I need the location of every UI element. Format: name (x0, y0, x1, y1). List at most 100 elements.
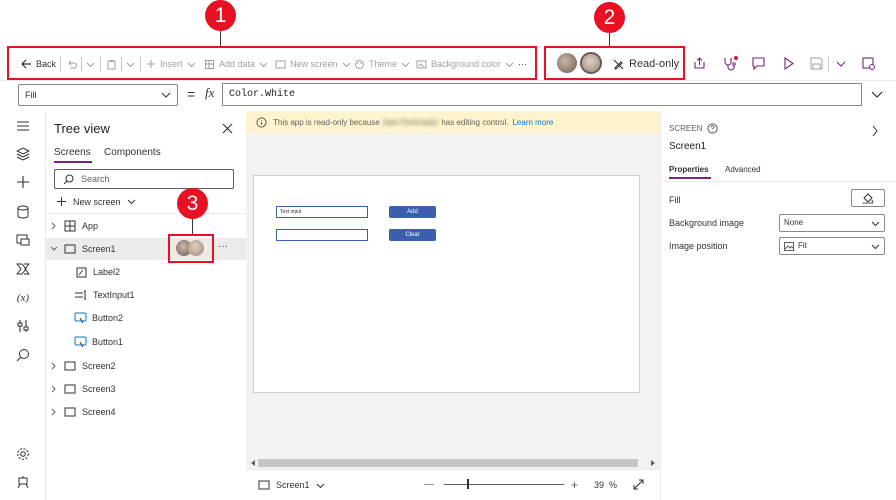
tree-item-screen4[interactable]: Screen4 (46, 401, 246, 423)
screen-icon (64, 384, 76, 394)
tree-item-screen2[interactable]: Screen2 (46, 355, 246, 377)
callout-1: 1 (205, 0, 236, 31)
learn-more-link[interactable]: Learn more (512, 118, 553, 127)
banner-text: This app is read-only because (273, 117, 380, 127)
tree-item-label2[interactable]: Label2 (46, 261, 246, 283)
app-checker-button[interactable] (722, 56, 738, 71)
selected-control-name: Screen1 (669, 141, 707, 152)
tree-item-label: Screen2 (82, 361, 116, 371)
tree-view-icon[interactable] (14, 145, 32, 163)
menu-icon[interactable] (14, 117, 32, 135)
banner-user: Sam Perlmutter (382, 117, 439, 127)
fill-color-picker[interactable] (851, 189, 885, 207)
canvas-status-bar: Screen1 — + 39 % (246, 469, 660, 500)
tab-components[interactable]: Components (104, 147, 161, 158)
zoom-in-button[interactable]: + (571, 478, 578, 492)
callout-3: 3 (177, 188, 208, 219)
app-screen-canvas[interactable]: Text input Add Clear (253, 175, 640, 393)
share-button[interactable] (692, 56, 707, 71)
app-icon (64, 220, 76, 232)
tree-item-app[interactable]: App (46, 215, 246, 237)
tab-advanced[interactable]: Advanced (725, 165, 761, 174)
image-icon (784, 242, 794, 251)
tab-properties[interactable]: Properties (669, 165, 709, 174)
toolbar-divider (828, 57, 829, 71)
chevron-right-icon (51, 362, 56, 370)
fit-to-window-icon[interactable] (633, 479, 644, 490)
callout-line-2 (609, 33, 610, 47)
power-automate-icon[interactable] (14, 260, 32, 278)
preview-button[interactable] (781, 56, 796, 71)
publish-button[interactable] (861, 56, 876, 71)
comment-icon (752, 57, 765, 71)
screen-icon (64, 361, 76, 371)
close-icon[interactable] (222, 123, 233, 134)
canvas-area: This app is read-only because Sam Perlmu… (246, 111, 660, 500)
scrollbar-thumb[interactable] (258, 459, 638, 467)
help-icon[interactable] (707, 123, 718, 134)
scroll-right-icon[interactable] (650, 460, 656, 466)
paint-bucket-icon (862, 193, 874, 204)
background-image-dropdown[interactable]: None (779, 214, 885, 232)
tab-screens[interactable]: Screens (54, 147, 91, 158)
chevron-right-icon[interactable] (871, 125, 879, 137)
info-icon (256, 116, 267, 128)
chevron-right-icon (51, 385, 56, 393)
property-dropdown[interactable]: Fill (18, 84, 178, 106)
expand-formula-icon[interactable] (871, 90, 883, 100)
add-button-control[interactable]: Add (389, 206, 436, 218)
divider (661, 181, 896, 182)
chevron-down-icon (871, 221, 880, 227)
chevron-down-icon (127, 199, 135, 205)
zoom-unit: % (609, 480, 618, 490)
formula-input[interactable]: Color.White (222, 83, 862, 106)
settings-icon[interactable] (14, 445, 32, 463)
clear-button-control[interactable]: Clear (389, 229, 436, 241)
screen-icon (64, 407, 76, 417)
tree-view-title: Tree view (54, 121, 110, 136)
play-icon (784, 56, 794, 71)
tree-item-label: Label2 (93, 267, 121, 277)
image-position-dropdown[interactable]: Fit (779, 237, 885, 255)
scroll-left-icon[interactable] (250, 460, 256, 466)
zoom-out-button[interactable]: — (424, 479, 434, 490)
callout-2-highlight (544, 46, 685, 80)
screen-selector[interactable]: Screen1 (258, 480, 325, 490)
virtual-agent-icon[interactable] (14, 473, 32, 491)
zoom-slider-thumb[interactable] (467, 479, 469, 489)
comments-button[interactable] (751, 56, 766, 71)
search-icon[interactable] (14, 346, 32, 364)
tree-item-screen3[interactable]: Screen3 (46, 378, 246, 400)
tree-item-more-button[interactable]: ··· (218, 241, 228, 252)
tree-search-input[interactable]: Search (54, 169, 234, 189)
variables-icon[interactable]: (x) (14, 289, 32, 307)
save-button[interactable] (809, 56, 824, 71)
tree-item-label: Screen4 (82, 407, 116, 417)
horizontal-scrollbar[interactable] (246, 458, 660, 468)
insert-icon[interactable] (14, 173, 32, 191)
background-image-label: Background image (669, 218, 745, 228)
save-icon (810, 57, 823, 70)
zoom-slider-track[interactable] (444, 484, 564, 485)
callout-2: 2 (594, 2, 625, 33)
media-icon[interactable] (14, 231, 32, 249)
tree-item-textinput1[interactable]: TextInput1 (46, 284, 246, 306)
search-placeholder: Search (81, 174, 110, 184)
advanced-tools-icon[interactable] (14, 317, 32, 335)
label-control[interactable] (276, 229, 368, 241)
new-screen-label: New screen (73, 196, 121, 207)
equals-sign: = (187, 86, 196, 102)
save-dropdown[interactable] (836, 59, 846, 69)
text-input-control[interactable]: Text input (276, 206, 368, 218)
tree-item-label: Screen1 (82, 244, 116, 254)
new-screen-button[interactable]: New screen (56, 196, 136, 207)
callout-line-1 (220, 31, 221, 47)
plus-icon (57, 197, 66, 206)
data-icon[interactable] (14, 203, 32, 221)
user-avatar[interactable] (188, 240, 204, 256)
tree-item-button2[interactable]: Button2 (46, 307, 246, 329)
tree-item-button1[interactable]: Button1 (46, 331, 246, 353)
tree-item-screen1[interactable]: Screen1 (46, 238, 246, 260)
stethoscope-icon (724, 56, 738, 71)
properties-pane: SCREEN Screen1 Properties Advanced Fill … (660, 111, 896, 500)
